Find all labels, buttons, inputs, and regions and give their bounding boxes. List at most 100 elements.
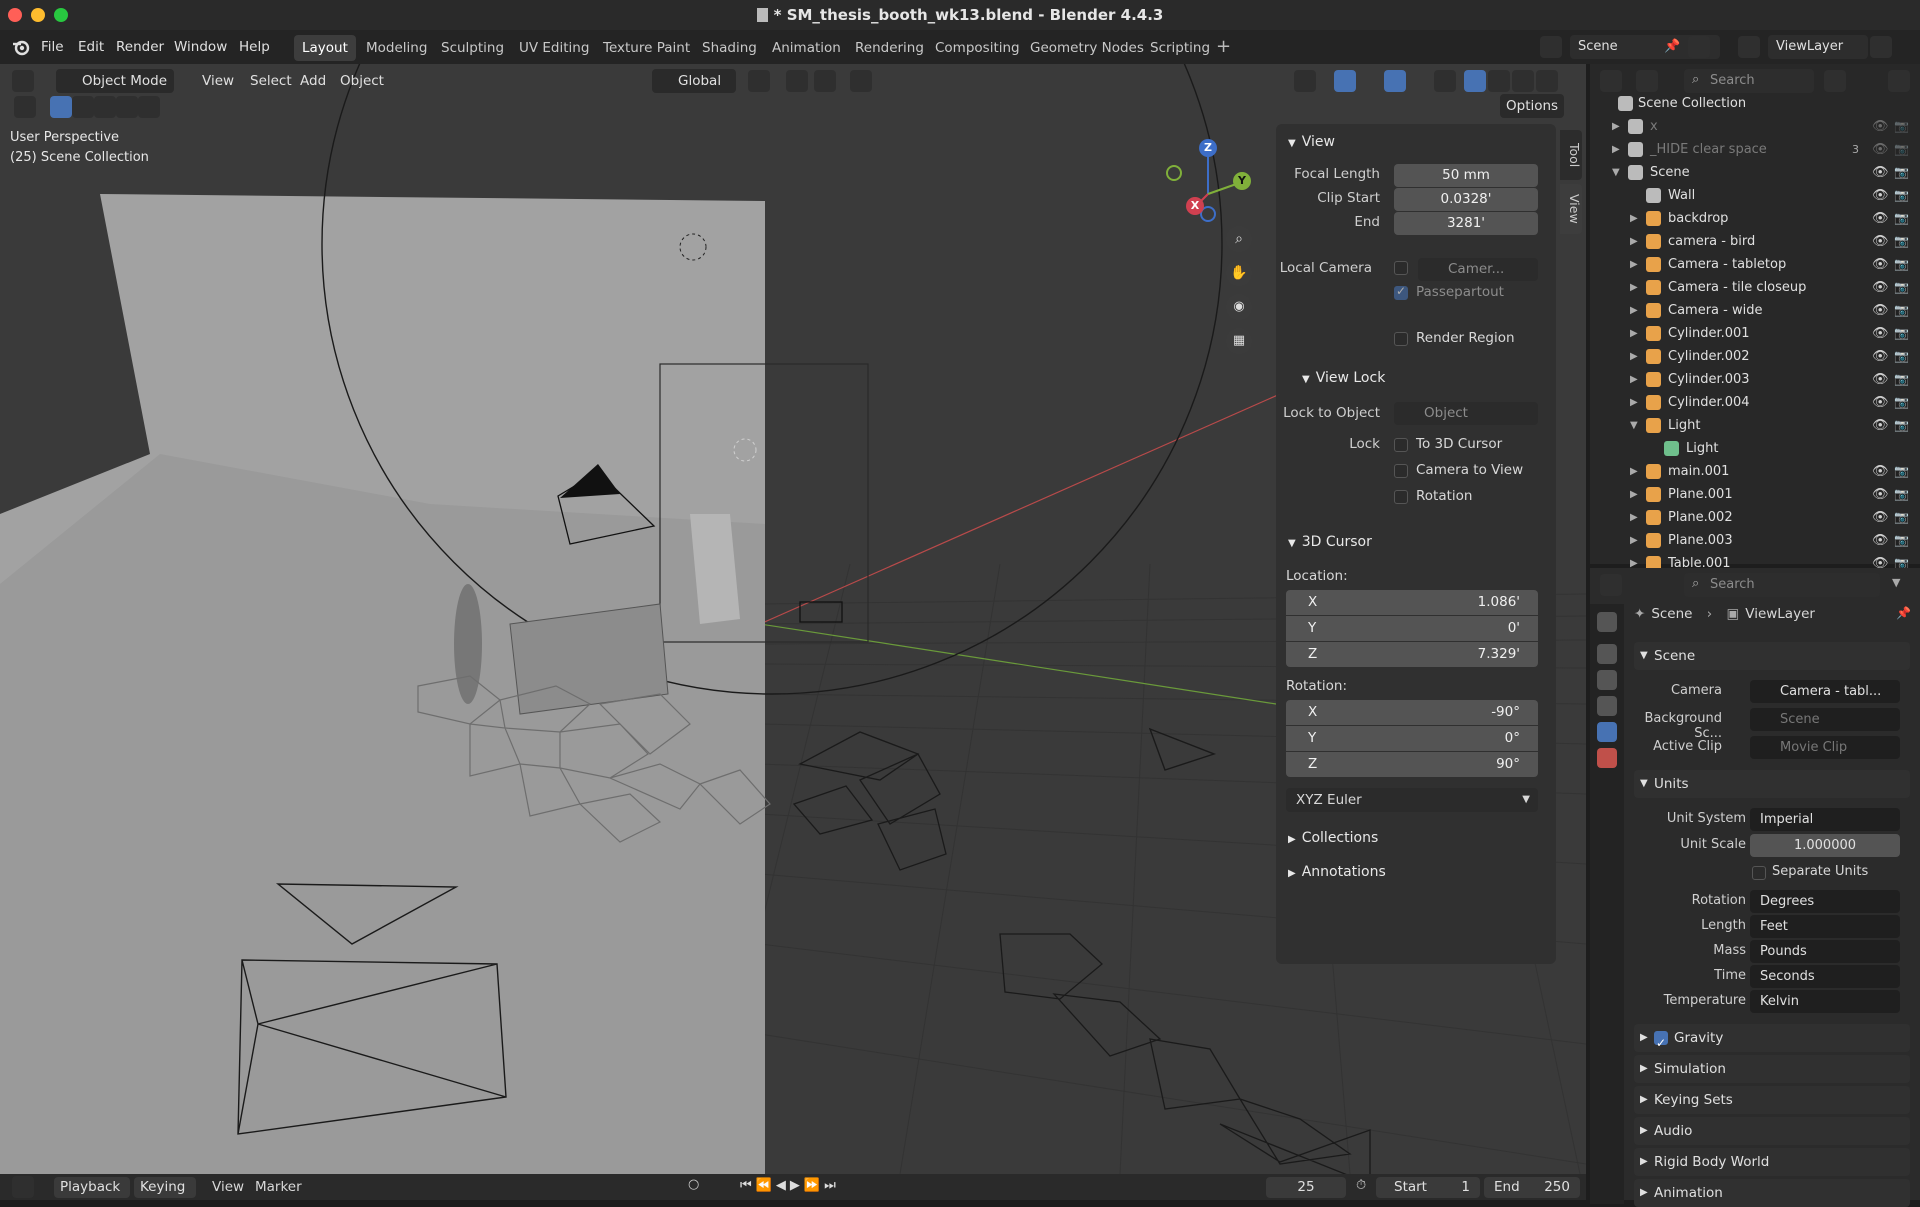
active-clip-field[interactable]: Movie Clip	[1750, 736, 1900, 759]
outliner-editor-type-icon[interactable]	[1600, 70, 1622, 92]
render-camera-icon[interactable]: 📷	[1894, 230, 1909, 253]
solid-shading-icon[interactable]	[1488, 70, 1510, 92]
cursor-rotation-z-field[interactable]: Z 90°	[1286, 752, 1538, 777]
chevron-right-icon[interactable]: ▶	[1630, 299, 1638, 322]
pin-scene-icon[interactable]: 📌	[1664, 39, 1680, 54]
snap-target-icon[interactable]	[814, 70, 836, 92]
cursor-rotation-y-field[interactable]: Y 0°	[1286, 726, 1538, 751]
render-camera-icon[interactable]: 📷	[1894, 138, 1909, 161]
render-camera-icon[interactable]: 📷	[1894, 276, 1909, 299]
visibility-eye-icon[interactable]: 👁	[1872, 460, 1889, 483]
gizmo-toggle-icon[interactable]	[1334, 70, 1356, 92]
render-camera-icon[interactable]: 📷	[1894, 460, 1909, 483]
length-units-dropdown[interactable]: Feet	[1750, 915, 1900, 938]
view-lock-section-header[interactable]: ▼ View Lock	[1302, 370, 1385, 386]
visibility-eye-icon[interactable]: 👁	[1872, 184, 1889, 207]
render-camera-icon[interactable]: 📷	[1894, 345, 1909, 368]
view-section-header[interactable]: ▼ View	[1288, 134, 1335, 150]
tab-uv-editing[interactable]: UV Editing	[511, 35, 597, 61]
rotation-units-dropdown[interactable]: Degrees	[1750, 890, 1900, 913]
outliner-search-input[interactable]: Search	[1684, 69, 1814, 93]
chevron-right-icon[interactable]: ▶	[1630, 460, 1638, 483]
render-camera-icon[interactable]: 📷	[1894, 368, 1909, 391]
options-dropdown[interactable]: Options	[1500, 94, 1565, 118]
visibility-eye-icon[interactable]: 👁	[1872, 483, 1889, 506]
timeline-marker-menu[interactable]: Marker	[255, 1179, 302, 1195]
mass-units-dropdown[interactable]: Pounds	[1750, 940, 1900, 963]
tab-sculpting[interactable]: Sculpting	[433, 35, 512, 61]
background-scene-field[interactable]: Scene	[1750, 708, 1900, 731]
render-camera-icon[interactable]: 📷	[1894, 299, 1909, 322]
visibility-icon[interactable]	[1294, 70, 1316, 92]
lock-to-3d-cursor-checkbox[interactable]	[1394, 438, 1408, 452]
chevron-right-icon[interactable]: ▶	[1630, 391, 1638, 414]
chevron-right-icon[interactable]: ▶	[1630, 345, 1638, 368]
properties-section-animation[interactable]: ▶ Animation	[1634, 1179, 1910, 1207]
tab-modeling[interactable]: Modeling	[358, 35, 435, 61]
material-preview-icon[interactable]	[1512, 70, 1534, 92]
outliner-row[interactable]: ▶ Cylinder.003 👁 📷	[1590, 368, 1920, 391]
properties-section-gravity[interactable]: ▶ Gravity	[1634, 1024, 1910, 1057]
tab-texture-paint[interactable]: Texture Paint	[595, 35, 698, 61]
render-camera-icon[interactable]: 📷	[1894, 184, 1909, 207]
separate-units-checkbox[interactable]	[1752, 866, 1766, 880]
render-camera-icon[interactable]: 📷	[1894, 506, 1909, 529]
select-invert-icon[interactable]	[116, 96, 138, 118]
outliner-row[interactable]: ▶ camera - bird 👁 📷	[1590, 230, 1920, 253]
navigation-gizmo[interactable]: Z Y X	[1160, 134, 1260, 234]
tab-rendering[interactable]: Rendering	[847, 35, 932, 61]
render-camera-icon[interactable]: 📷	[1894, 115, 1909, 138]
chevron-right-icon[interactable]: ▶	[1630, 276, 1638, 299]
camera-view-icon[interactable]: ◉	[1226, 294, 1252, 320]
menu-help[interactable]: Help	[239, 39, 270, 55]
blender-logo-icon[interactable]	[12, 38, 30, 56]
new-scene-icon[interactable]	[1688, 36, 1710, 58]
pin-icon[interactable]: 📌	[1896, 606, 1911, 620]
menu-file[interactable]: File	[41, 39, 64, 55]
outliner-row[interactable]: ▶ Camera - tabletop 👁 📷	[1590, 253, 1920, 276]
outliner-row[interactable]: ▶ Cylinder.001 👁 📷	[1590, 322, 1920, 345]
temperature-units-dropdown[interactable]: Kelvin	[1750, 990, 1900, 1013]
gizmo-z-axis[interactable]: Z	[1199, 139, 1217, 157]
visibility-eye-icon[interactable]: 👁	[1872, 207, 1889, 230]
tab-view[interactable]: View	[1560, 184, 1582, 234]
chevron-down-icon[interactable]: ▼	[1612, 161, 1620, 184]
gravity-checkbox[interactable]	[1654, 1029, 1668, 1057]
render-camera-icon[interactable]: 📷	[1894, 161, 1909, 184]
chevron-down-icon[interactable]: ▼	[1892, 576, 1900, 589]
display-mode-icon[interactable]	[1636, 70, 1658, 92]
current-frame-field[interactable]: 25	[1266, 1177, 1346, 1198]
output-tab-icon[interactable]	[1597, 670, 1617, 690]
chevron-down-icon[interactable]: ▼	[1630, 414, 1638, 437]
gizmo-x-axis[interactable]: X	[1186, 197, 1204, 215]
chevron-right-icon[interactable]: ▶	[1630, 230, 1638, 253]
visibility-eye-icon[interactable]: 👁	[1872, 529, 1889, 552]
proportional-editing-icon[interactable]	[850, 70, 872, 92]
select-tool-icon[interactable]	[14, 96, 36, 118]
select-intersect-icon[interactable]	[138, 96, 160, 118]
unit-scale-field[interactable]: 1.000000	[1750, 834, 1900, 857]
visibility-eye-icon[interactable]: 👁	[1872, 276, 1889, 299]
properties-section-rigid-body-world[interactable]: ▶ Rigid Body World	[1634, 1148, 1910, 1176]
lock-to-object-field[interactable]: Object	[1394, 402, 1538, 425]
render-camera-icon[interactable]: 📷	[1894, 529, 1909, 552]
visibility-eye-icon[interactable]: 👁	[1872, 253, 1889, 276]
cursor-location-x-field[interactable]: X 1.086'	[1286, 590, 1538, 615]
editor-type-icon[interactable]	[12, 70, 34, 92]
tab-geometry-nodes[interactable]: Geometry Nodes	[1022, 35, 1152, 61]
menu-render[interactable]: Render	[116, 39, 164, 55]
cursor-location-z-field[interactable]: Z 7.329'	[1286, 642, 1538, 667]
wireframe-shading-icon[interactable]	[1464, 70, 1486, 92]
visibility-eye-icon[interactable]: 👁	[1872, 391, 1889, 414]
menu-select[interactable]: Select	[244, 69, 298, 93]
visibility-eye-icon[interactable]: 👁	[1872, 161, 1889, 184]
view-layer-tab-icon[interactable]	[1597, 696, 1617, 716]
visibility-eye-icon[interactable]: 👁	[1872, 115, 1889, 138]
object-mode-dropdown[interactable]: Object Mode	[56, 69, 174, 93]
properties-section-keying-sets[interactable]: ▶ Keying Sets	[1634, 1086, 1910, 1114]
end-frame-field[interactable]: End 250	[1484, 1177, 1580, 1198]
chevron-right-icon[interactable]: ▶	[1630, 483, 1638, 506]
tab-shading[interactable]: Shading	[694, 35, 765, 61]
transform-orientation-dropdown[interactable]: Global	[652, 69, 736, 93]
outliner-row[interactable]: ▶ _HIDE clear space 3 👁 📷	[1590, 138, 1920, 161]
